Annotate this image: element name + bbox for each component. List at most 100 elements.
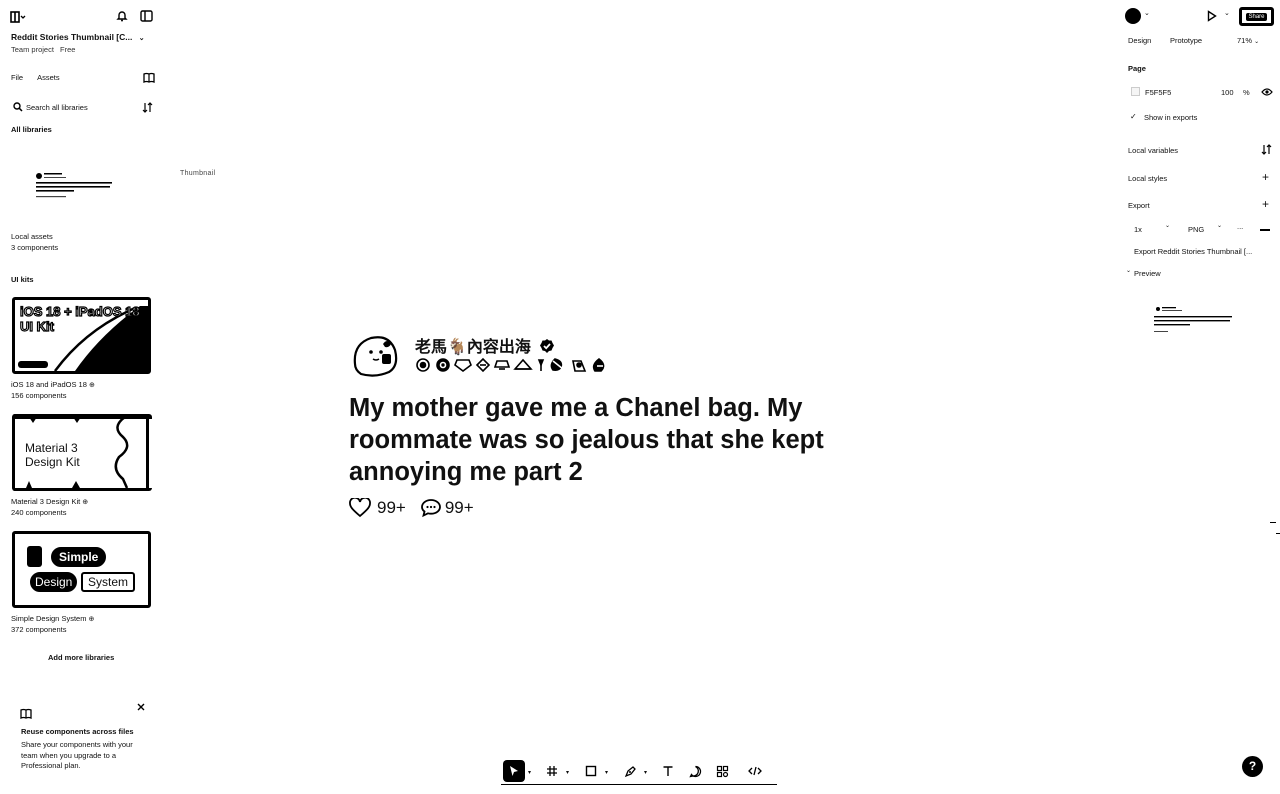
material-kit-card-text: Material 3 Design Kit bbox=[25, 441, 80, 469]
share-button[interactable]: Share bbox=[1239, 7, 1274, 26]
user-avatar[interactable] bbox=[1125, 8, 1141, 24]
frame-label[interactable]: Thumbnail bbox=[180, 170, 215, 177]
ui-kits-heading: UI kits bbox=[11, 275, 34, 284]
zoom-value: 71% bbox=[1237, 36, 1253, 45]
comment-tool-button[interactable] bbox=[684, 760, 706, 782]
export-format[interactable]: PNG bbox=[1188, 225, 1204, 234]
text-tool-button[interactable] bbox=[657, 760, 679, 782]
material-kit-name-text: Material 3 Design Kit bbox=[11, 497, 81, 506]
ios-kit-card[interactable]: iOS 18 + iPadOS 18 UI Kit bbox=[12, 297, 151, 374]
reuse-components-banner: Reuse components across files Share your… bbox=[12, 700, 152, 780]
plan-label: Free bbox=[60, 45, 76, 54]
variables-settings-icon[interactable] bbox=[1261, 144, 1272, 155]
pen-tool-button[interactable] bbox=[619, 760, 641, 782]
chevron-down-icon[interactable]: ▾ bbox=[605, 769, 608, 776]
export-button[interactable]: Export Reddit Stories Thumbnail [... bbox=[1134, 247, 1252, 256]
project-label: Team project bbox=[11, 45, 54, 54]
checkmark-icon[interactable]: ✓ bbox=[1130, 112, 1137, 121]
library-book-icon[interactable] bbox=[143, 72, 155, 83]
globe-icon: ⊕ bbox=[88, 382, 95, 389]
remove-export-icon[interactable] bbox=[1260, 229, 1270, 231]
local-styles[interactable]: Local styles bbox=[1128, 174, 1167, 183]
author-name-text: 老馬🐐內容出海 bbox=[415, 339, 531, 356]
close-icon[interactable] bbox=[136, 702, 146, 712]
tab-prototype[interactable]: Prototype bbox=[1170, 36, 1202, 45]
globe-icon: ⊕ bbox=[82, 499, 89, 506]
chevron-down-icon[interactable]: ⌄ bbox=[139, 35, 145, 42]
comment-bubble-icon bbox=[420, 498, 442, 518]
tab-assets[interactable]: Assets bbox=[37, 73, 60, 82]
file-title-text: Reddit Stories Thumbnail [C... bbox=[11, 32, 133, 42]
search-icon bbox=[13, 102, 23, 112]
chevron-down-icon[interactable]: ▾ bbox=[566, 769, 569, 776]
page-color-value[interactable]: F5F5F5 bbox=[1145, 88, 1171, 97]
shape-tool-button[interactable] bbox=[580, 760, 602, 782]
add-more-libraries-button[interactable]: Add more libraries bbox=[48, 653, 114, 662]
main-menu-icon[interactable] bbox=[10, 11, 26, 23]
chevron-down-icon[interactable]: ⌄ bbox=[1126, 267, 1131, 274]
local-variables[interactable]: Local variables bbox=[1128, 146, 1178, 155]
chevron-down-icon[interactable]: ▾ bbox=[644, 769, 647, 776]
simple-pill: Simple bbox=[51, 547, 107, 567]
local-assets-thumbnail[interactable] bbox=[30, 168, 120, 208]
local-assets-label: Local assets bbox=[11, 232, 53, 241]
heart-icon bbox=[349, 498, 371, 518]
local-assets[interactable]: Local assets 3 components bbox=[11, 231, 58, 253]
design-pill: Design bbox=[30, 572, 78, 592]
chevron-down-icon[interactable]: ⌄ bbox=[1224, 9, 1230, 17]
page-opacity-value[interactable]: 100 bbox=[1221, 88, 1234, 97]
right-panel: ⌄ ⌄ Share Design Prototype 71% ⌄ Page F5… bbox=[1118, 0, 1280, 794]
award-icons bbox=[416, 357, 605, 373]
system-box: System bbox=[81, 572, 136, 592]
export-heading: Export bbox=[1128, 201, 1150, 210]
search-libraries-input[interactable]: Search all libraries bbox=[26, 103, 88, 112]
left-tabs: File Assets bbox=[11, 72, 156, 83]
simple-kit-name-text: Simple Design System bbox=[11, 614, 87, 623]
export-more-button[interactable]: ... bbox=[1237, 222, 1243, 231]
reuse-title: Reuse components across files bbox=[21, 727, 134, 736]
chevron-down-icon[interactable]: ⌄ bbox=[1144, 9, 1150, 17]
reddit-post-frame[interactable]: 老馬🐐內容出海 My mother gave me a Chanel bag. … bbox=[349, 330, 869, 525]
cursor-arrow-icon bbox=[510, 766, 518, 776]
library-book-icon bbox=[20, 708, 32, 719]
simple-kit-card[interactable]: Simple Design System bbox=[12, 531, 151, 608]
zoom-level[interactable]: 71% ⌄ bbox=[1237, 36, 1259, 45]
chevron-down-icon[interactable]: ▾ bbox=[528, 769, 531, 776]
file-title[interactable]: Reddit Stories Thumbnail [C... ⌄ bbox=[11, 32, 145, 42]
add-export-icon[interactable]: + bbox=[1262, 197, 1269, 211]
move-tool-button[interactable] bbox=[503, 760, 525, 782]
actions-tool-button[interactable] bbox=[711, 760, 733, 782]
sidebar-toggle-icon[interactable] bbox=[140, 10, 153, 22]
tab-file[interactable]: File bbox=[11, 73, 23, 82]
show-in-exports[interactable]: Show in exports bbox=[1144, 113, 1197, 122]
canvas-scroll-marks bbox=[1266, 519, 1280, 539]
export-preview-thumbnail bbox=[1154, 306, 1244, 336]
eye-icon[interactable] bbox=[1261, 87, 1273, 97]
frame-tool-button[interactable] bbox=[541, 760, 563, 782]
likes-count: 99+ bbox=[377, 498, 406, 517]
add-style-icon[interactable]: + bbox=[1262, 170, 1269, 184]
page-color-swatch[interactable] bbox=[1131, 87, 1140, 96]
page-heading: Page bbox=[1128, 64, 1146, 73]
play-present-icon[interactable] bbox=[1207, 10, 1217, 22]
preview-heading[interactable]: Preview bbox=[1134, 269, 1161, 278]
ios-kit-card-text: iOS 18 + iPadOS 18 UI Kit bbox=[19, 303, 140, 334]
local-assets-count: 3 components bbox=[11, 243, 59, 252]
bell-icon[interactable] bbox=[116, 10, 128, 22]
chevron-down-icon[interactable]: ⌄ bbox=[1217, 222, 1222, 229]
sort-icon[interactable] bbox=[142, 102, 153, 113]
search-libraries[interactable]: Search all libraries bbox=[13, 102, 156, 113]
reuse-body: Share your components with your team whe… bbox=[21, 740, 133, 770]
author-name: 老馬🐐內容出海 bbox=[415, 333, 555, 357]
tab-design[interactable]: Design bbox=[1128, 36, 1151, 45]
chevron-down-icon[interactable]: ⌄ bbox=[1165, 222, 1170, 229]
dev-mode-button[interactable] bbox=[744, 760, 766, 782]
material-kit-count: 240 components bbox=[11, 508, 67, 517]
material-kit-line-1: Material 3 bbox=[25, 441, 78, 455]
chevron-down-icon: ⌄ bbox=[1254, 39, 1260, 45]
export-scale[interactable]: 1x bbox=[1134, 225, 1142, 234]
file-subtitle: Team project Free bbox=[11, 45, 75, 54]
material-kit-card[interactable]: Material 3 Design Kit bbox=[12, 414, 152, 491]
share-button-label: Share bbox=[1246, 13, 1267, 21]
help-button[interactable]: ? bbox=[1242, 756, 1263, 777]
